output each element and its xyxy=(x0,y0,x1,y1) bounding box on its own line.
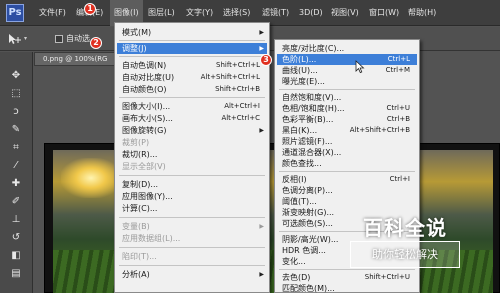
menu-item-apply-data-set: 应用数据组(L)... xyxy=(122,234,181,243)
healing-icon[interactable]: ✚ xyxy=(9,178,23,190)
menu-item-channel-mixer[interactable]: 通道混合器(X)... xyxy=(277,147,417,158)
photoshop-logo: Ps xyxy=(6,4,24,22)
brush-icon[interactable]: ✐ xyxy=(9,196,23,208)
menu-item-variables: 变量(B) ▶ xyxy=(122,222,264,231)
watermark-title: 百科全说 xyxy=(363,216,447,240)
menu-window[interactable]: 窗口(W) xyxy=(369,0,399,26)
menu-file[interactable]: 文件(F) xyxy=(39,0,66,26)
menu-item-levels[interactable]: 色阶(L)... Ctrl+L xyxy=(277,54,417,65)
tools-panel: ✥ ⬚ ↄ ✎ ⌗ ⁄ ✚ ✐ ⊥ ↺ ◧ ▤ xyxy=(0,52,33,293)
menu-item-invert[interactable]: 反相(I) Ctrl+I xyxy=(277,174,417,185)
menu-item-exposure[interactable]: 曝光度(E)... xyxy=(277,76,417,87)
step-badge-1: 1 xyxy=(84,3,96,15)
menu-item-analysis[interactable]: 分析(A) ▶ xyxy=(117,269,267,280)
menu-item-apply-image[interactable]: 应用图像(Y)... xyxy=(117,191,267,202)
chevron-right-icon: ▶ xyxy=(259,223,264,230)
menu-item-image-rotation[interactable]: 图像旋转(G) ▶ xyxy=(117,125,267,136)
menu-separator xyxy=(119,97,265,98)
menu-separator xyxy=(119,247,265,248)
menu-item-image-size[interactable]: 图像大小(I)... Alt+Ctrl+I xyxy=(117,101,267,112)
watermark-subtitle: 助你轻松解决 xyxy=(372,248,438,261)
chevron-right-icon: ▶ xyxy=(259,29,264,36)
sun-glow xyxy=(61,158,121,198)
menu-item-canvas-size[interactable]: 画布大小(S)... Alt+Ctrl+C xyxy=(117,113,267,124)
history-brush-icon[interactable]: ↺ xyxy=(9,232,23,244)
menu-view[interactable]: 视图(V) xyxy=(331,0,359,26)
move-icon[interactable]: ✥ xyxy=(9,70,23,82)
menu-item-auto-color[interactable]: 自动颜色(O) Shift+Ctrl+B xyxy=(117,84,267,95)
menu-item-auto-tone[interactable]: 自动色调(N) Shift+Ctrl+L xyxy=(117,60,267,71)
menu-item-photo-filter[interactable]: 照片滤镜(F)... xyxy=(277,136,417,147)
chevron-down-icon[interactable]: ▾ xyxy=(24,35,27,42)
menu-3d[interactable]: 3D(D) xyxy=(299,0,323,26)
menu-item-calculations[interactable]: 计算(C)... xyxy=(117,203,267,214)
menu-item-duplicate[interactable]: 复制(D)... xyxy=(117,179,267,190)
menu-item-black-white[interactable]: 黑白(K)... Alt+Shift+Ctrl+B xyxy=(277,125,417,136)
menu-item-brightness-contrast[interactable]: 亮度/对比度(C)... xyxy=(277,43,417,54)
step-badge-3: 3 xyxy=(260,54,272,66)
menu-item-trim[interactable]: 裁切(R)... xyxy=(117,149,267,160)
menu-item-desaturate[interactable]: 去色(D) Shift+Ctrl+U xyxy=(277,272,417,283)
menu-separator xyxy=(119,217,265,218)
menu-item-vibrance[interactable]: 自然饱和度(V)... xyxy=(277,92,417,103)
chevron-right-icon: ▶ xyxy=(259,127,264,134)
menu-item-color-lookup[interactable]: 颜色查找... xyxy=(277,158,417,169)
auto-select-checkbox[interactable] xyxy=(55,35,63,43)
menu-separator xyxy=(119,40,265,41)
quick-select-icon[interactable]: ✎ xyxy=(9,124,23,136)
menu-separator xyxy=(119,265,265,266)
menu-separator xyxy=(119,56,265,57)
menu-separator xyxy=(279,269,415,270)
menu-separator xyxy=(279,171,415,172)
menu-item-adjustments[interactable]: 调整(J) ▶ xyxy=(117,43,267,54)
marquee-icon[interactable]: ⬚ xyxy=(9,88,23,100)
eraser-icon[interactable]: ◧ xyxy=(9,250,23,262)
menu-item-auto-contrast[interactable]: 自动对比度(U) Alt+Shift+Ctrl+L xyxy=(117,72,267,83)
chevron-right-icon: ▶ xyxy=(259,271,264,278)
image-menu: 模式(M) ▶ 调整(J) ▶ 自动色调(N) Shift+Ctrl+L 自动对比度(… xyxy=(114,22,270,293)
menu-item-mode[interactable]: 模式(M) ▶ xyxy=(117,27,267,38)
menu-help[interactable]: 帮助(H) xyxy=(408,0,436,26)
step-badge-2: 2 xyxy=(90,37,102,49)
menu-item-trap: 陷印(T)... xyxy=(122,252,157,261)
menu-item-crop: 裁剪(P) xyxy=(122,138,150,147)
menu-item-curves[interactable]: 曲线(U)... Ctrl+M xyxy=(277,65,417,76)
watermark: 百科全说 助你轻松解决 xyxy=(350,212,460,268)
menu-separator xyxy=(119,175,265,176)
menu-item-posterize[interactable]: 色调分离(P)... xyxy=(277,185,417,196)
menu-item-hue-saturation[interactable]: 色相/饱和度(H)... Ctrl+U xyxy=(277,103,417,114)
auto-select-label: 自动选 xyxy=(66,34,90,43)
menu-item-color-balance[interactable]: 色彩平衡(B)... Ctrl+B xyxy=(277,114,417,125)
menu-item-reveal-all: 显示全部(V) xyxy=(122,162,166,171)
lasso-icon[interactable]: ↄ xyxy=(9,106,23,118)
crop-icon[interactable]: ⌗ xyxy=(9,142,23,154)
chevron-right-icon: ▶ xyxy=(259,45,264,52)
eyedropper-icon[interactable]: ⁄ xyxy=(9,160,23,172)
mouse-cursor-icon xyxy=(355,60,365,74)
menu-item-match-color[interactable]: 匹配颜色(M)... xyxy=(277,283,417,293)
menu-separator xyxy=(279,89,415,90)
clone-stamp-icon[interactable]: ⊥ xyxy=(9,214,23,226)
gradient-icon[interactable]: ▤ xyxy=(9,268,23,280)
menu-item-threshold[interactable]: 阈值(T)... xyxy=(277,196,417,207)
move-tool-icon[interactable] xyxy=(8,33,22,45)
